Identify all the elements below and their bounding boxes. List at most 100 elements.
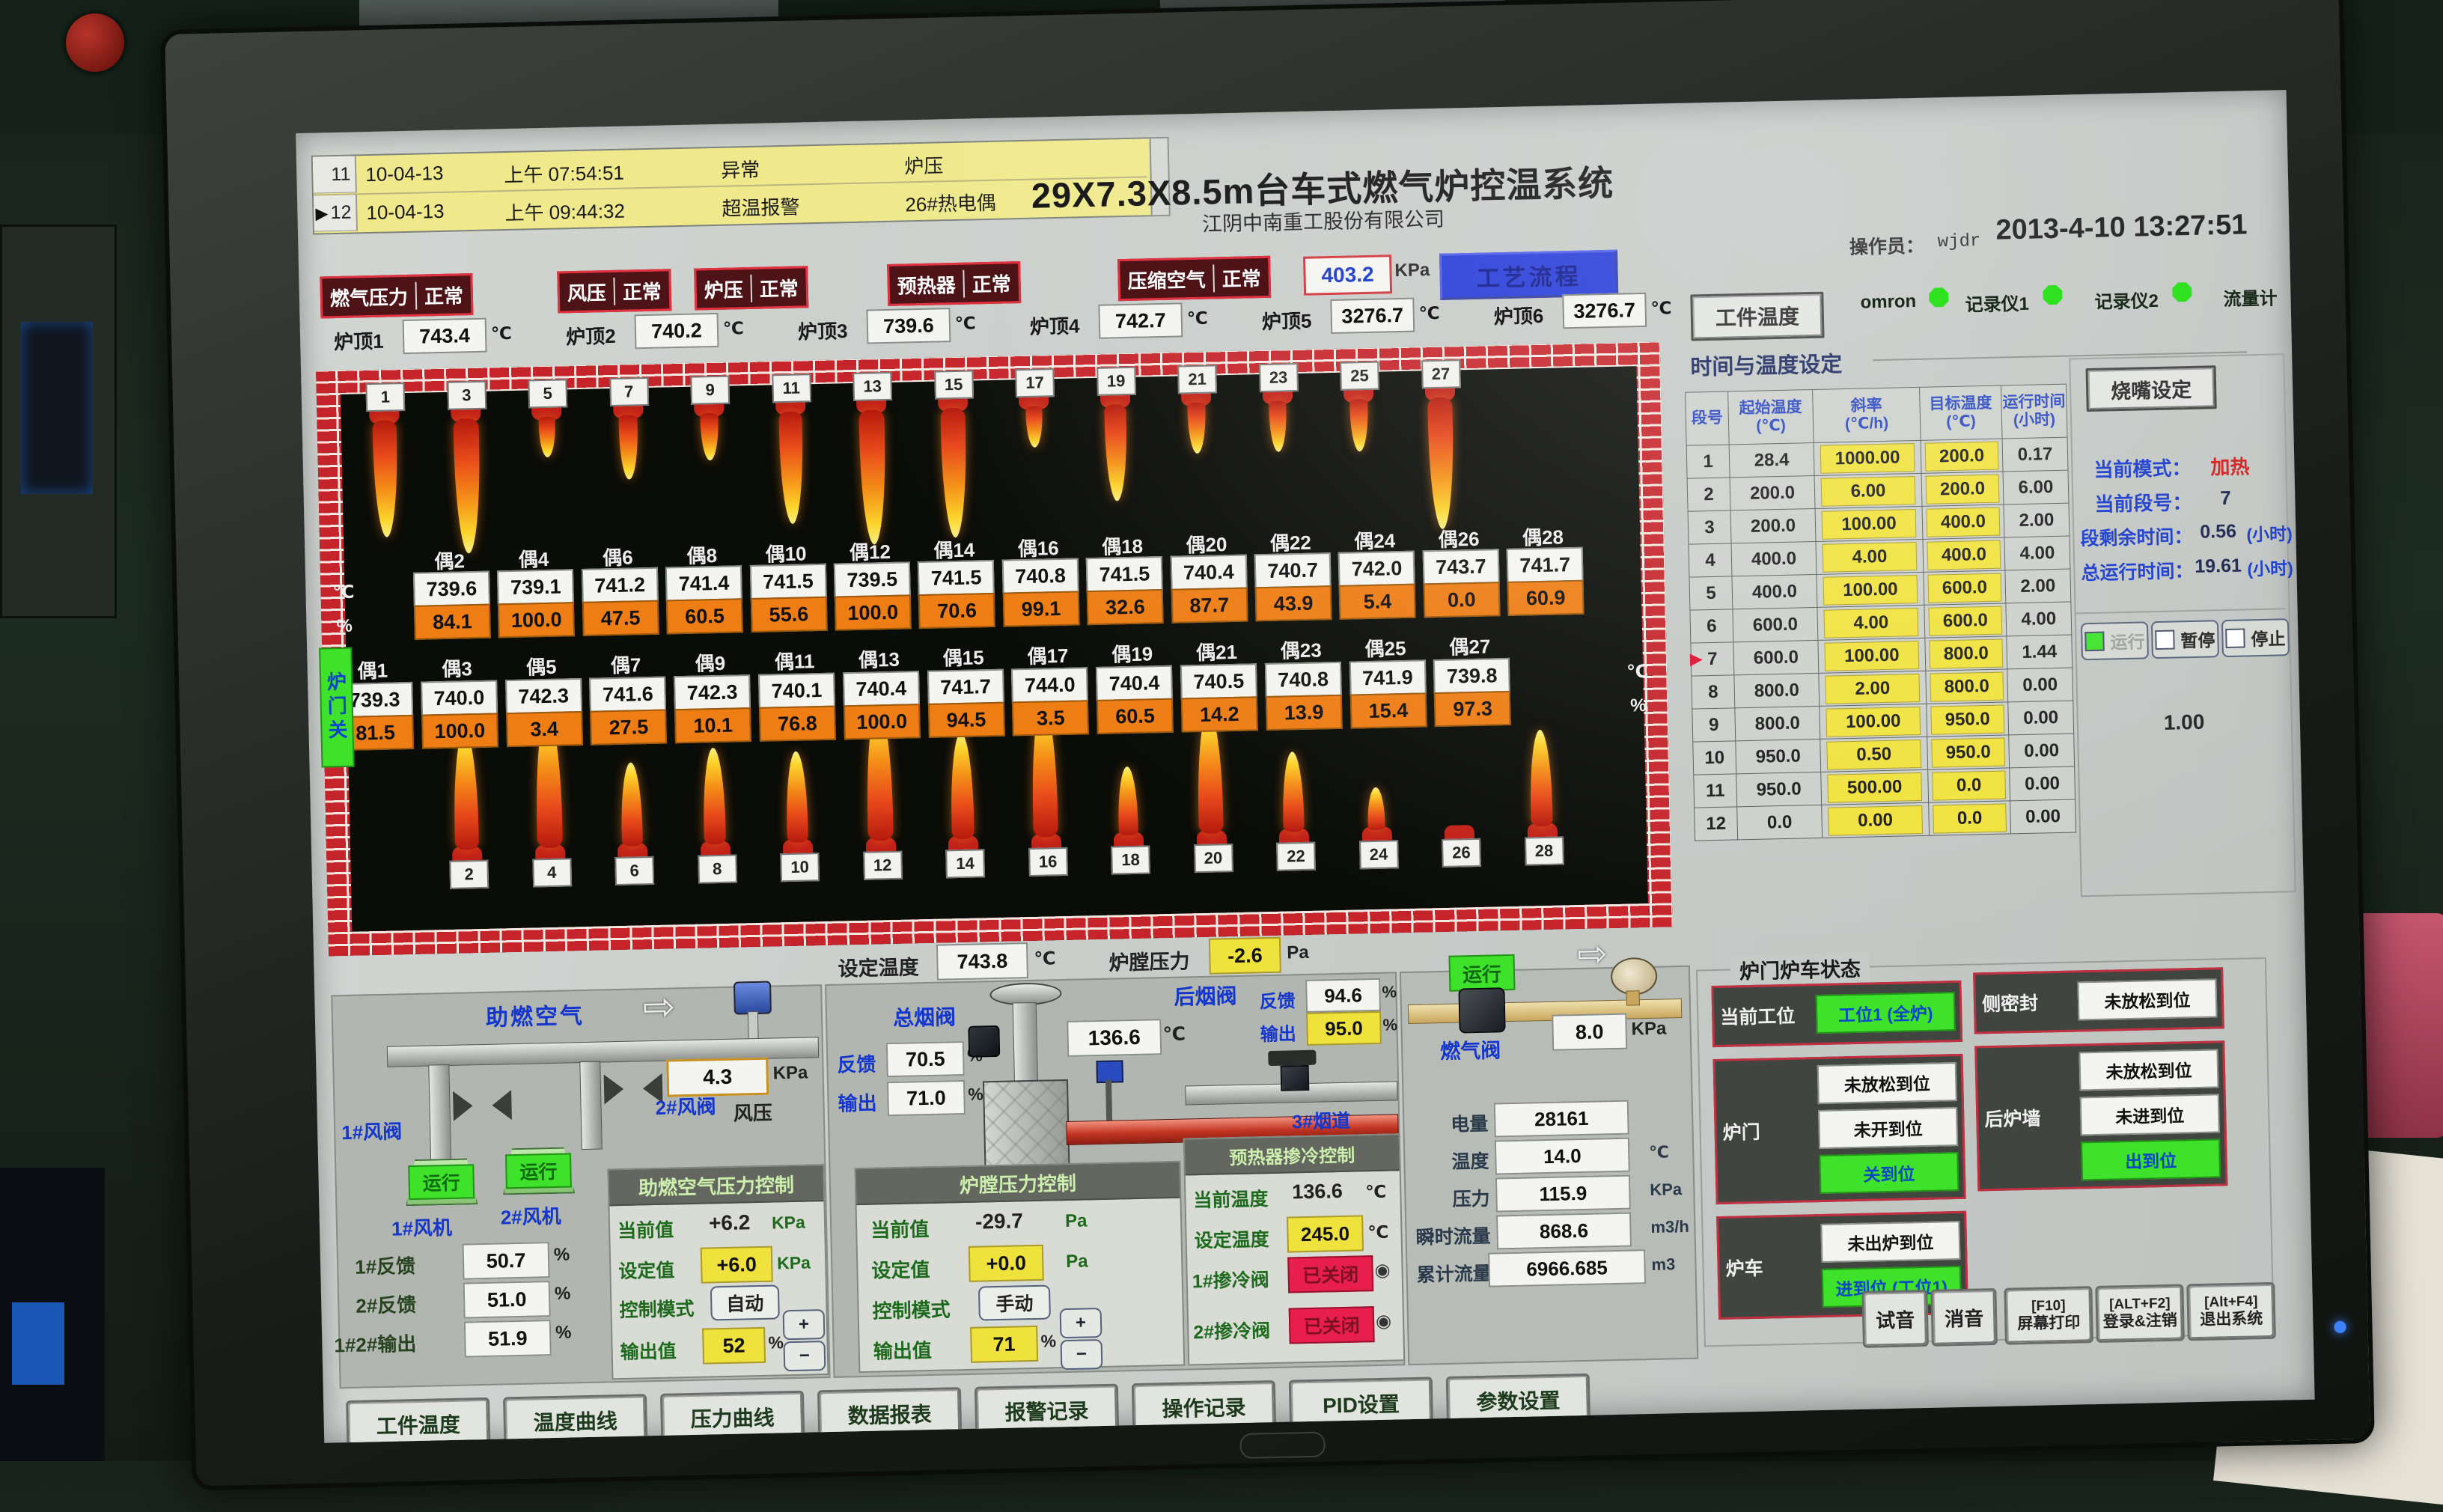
settings-cell[interactable]: 0.00	[2010, 799, 2076, 834]
alarm-row-source[interactable]: 炉压	[904, 150, 944, 179]
settings-cell[interactable]: 400.0	[1923, 537, 2005, 572]
settings-cell[interactable]: 200.0	[1730, 508, 1816, 543]
settings-cell[interactable]: 500.00	[1821, 769, 1929, 805]
alarm-row-date[interactable]: 10-04-13	[366, 200, 445, 225]
settings-editable-value[interactable]: 100.00	[1821, 509, 1917, 540]
settings-editable-value[interactable]: 500.00	[1827, 772, 1923, 802]
fn-button-退出系统[interactable]: [Alt+F4]退出系统	[2186, 1282, 2276, 1341]
alarm-row-time[interactable]: 上午 07:54:51	[504, 158, 624, 188]
settings-cell[interactable]: 400.0	[1732, 574, 1817, 609]
settings-editable-value[interactable]: 800.0	[1930, 638, 2003, 668]
workpiece-temp-button[interactable]: 工件温度	[1690, 292, 1824, 341]
settings-editable-value[interactable]: 0.0	[1933, 770, 2006, 800]
settings-editable-value[interactable]: 0.00	[1828, 805, 1924, 835]
settings-cell[interactable]: 28.4	[1729, 442, 1814, 477]
alarm-row-date[interactable]: 10-04-13	[365, 162, 444, 186]
toolbar-数据报表-button[interactable]: 数据报表	[817, 1387, 962, 1441]
settings-cell[interactable]: 4.00	[1816, 539, 1924, 574]
toolbar-PID设置-button[interactable]: PID设置	[1289, 1377, 1433, 1430]
toolbar-压力曲线-button[interactable]: 压力曲线	[660, 1391, 805, 1443]
settings-editable-value[interactable]: 4.00	[1822, 542, 1918, 573]
settings-editable-value[interactable]: 2.00	[1825, 673, 1921, 704]
settings-cell[interactable]: 100.00	[1817, 572, 1924, 607]
cooling-valve2-eye-icon[interactable]: ◉	[1376, 1311, 1392, 1332]
settings-cell[interactable]: 0.50	[1820, 737, 1928, 772]
settings-cell[interactable]: 950.0	[1927, 702, 2009, 737]
settings-cell[interactable]: 2.00	[2004, 503, 2070, 537]
stop-state-button[interactable]: 停止	[2221, 618, 2290, 657]
settings-cell[interactable]: 6.00	[1814, 473, 1922, 508]
settings-cell[interactable]: 600.0	[1733, 607, 1818, 641]
settings-cell[interactable]: 6.00	[2003, 470, 2069, 504]
phc-set-value[interactable]: 245.0	[1287, 1215, 1364, 1252]
fn-button-登录&注销[interactable]: [ALT+F2]登录&注销	[2095, 1284, 2185, 1343]
settings-cell[interactable]: 950.0	[1736, 772, 1822, 806]
pause-checkbox[interactable]	[2155, 630, 2175, 650]
settings-cell[interactable]: 0.00	[2008, 701, 2074, 735]
settings-cell[interactable]: 800.0	[1926, 669, 2008, 704]
process-flow-button[interactable]: 工艺流程	[1439, 250, 1618, 300]
settings-cell[interactable]: 950.0	[1736, 739, 1821, 773]
alarm-row-type[interactable]: 超温报警	[722, 192, 800, 221]
toolbar-工件温度-button[interactable]: 工件温度	[346, 1397, 490, 1443]
settings-cell[interactable]: 1.44	[2007, 635, 2073, 669]
settings-editable-value[interactable]: 400.0	[1927, 540, 2001, 570]
settings-editable-value[interactable]: 400.0	[1927, 507, 2000, 537]
settings-cell[interactable]: 0.00	[1822, 802, 1930, 838]
cpc-mode-button[interactable]: 手动	[978, 1285, 1051, 1321]
settings-cell[interactable]: 4.00	[1817, 605, 1925, 640]
settings-editable-value[interactable]: 6.00	[1820, 476, 1916, 507]
settings-cell[interactable]: 0.17	[2002, 437, 2068, 472]
试音-button[interactable]: 试音	[1861, 1290, 1929, 1348]
apc-minus-button[interactable]: −	[783, 1341, 826, 1371]
settings-editable-value[interactable]: 200.0	[1925, 441, 1998, 471]
cpc-plus-button[interactable]: +	[1060, 1308, 1102, 1338]
toolbar-操作记录-button[interactable]: 操作记录	[1132, 1380, 1276, 1434]
toolbar-温度曲线-button[interactable]: 温度曲线	[503, 1394, 647, 1442]
cpc-minus-button[interactable]: −	[1061, 1339, 1103, 1370]
settings-cell[interactable]: 0.0	[1737, 805, 1823, 839]
settings-editable-value[interactable]: 1000.00	[1820, 443, 1915, 474]
settings-editable-value[interactable]: 950.0	[1931, 704, 2004, 734]
settings-cell[interactable]: 800.0	[1925, 636, 2007, 671]
settings-editable-value[interactable]: 100.00	[1823, 575, 1918, 606]
settings-cell[interactable]: 4.00	[2004, 536, 2070, 570]
settings-cell[interactable]: 200.0	[1730, 475, 1815, 510]
settings-table[interactable]: 段号起始温度(℃)斜率(℃/h)目标温度(℃)运行时间(小时)128.41000…	[1685, 384, 2076, 841]
settings-cell[interactable]: 950.0	[1927, 735, 2010, 769]
apc-output-value[interactable]: 52	[702, 1327, 766, 1365]
settings-editable-value[interactable]: 800.0	[1930, 671, 2004, 701]
run-state-button[interactable]: 运行	[2081, 621, 2149, 660]
settings-cell[interactable]: 0.0	[1928, 768, 2010, 802]
fn-button-屏幕打印[interactable]: [F10]屏幕打印	[2004, 1286, 2093, 1345]
settings-cell[interactable]: 2.00	[2005, 569, 2071, 603]
settings-cell[interactable]: 1000.00	[1814, 440, 1921, 475]
cooling-valve1-eye-icon[interactable]: ◉	[1374, 1260, 1391, 1281]
alarm-row-time[interactable]: 上午 09:44:32	[504, 196, 625, 226]
settings-cell[interactable]: 800.0	[1735, 706, 1820, 740]
apc-set-value[interactable]: +6.0	[701, 1246, 773, 1284]
settings-cell[interactable]: 0.00	[2009, 734, 2075, 768]
settings-editable-value[interactable]: 200.0	[1926, 474, 1999, 504]
alarm-row-number[interactable]: 11	[313, 156, 357, 193]
run-checkbox[interactable]	[2084, 632, 2105, 652]
settings-cell[interactable]: 4.00	[2006, 602, 2072, 636]
settings-cell[interactable]: 200.0	[1921, 472, 2004, 506]
settings-editable-value[interactable]: 600.0	[1929, 606, 2002, 635]
settings-cell[interactable]: 100.00	[1818, 638, 1926, 673]
burner-setting-button[interactable]: 烧嘴设定	[2086, 365, 2217, 412]
toolbar-参数设置-button[interactable]: 参数设置	[1446, 1374, 1590, 1427]
cpc-output-value[interactable]: 71	[970, 1326, 1038, 1363]
settings-cell[interactable]: 100.00	[1815, 506, 1923, 541]
settings-cell[interactable]: 2.00	[1819, 671, 1927, 706]
settings-cell[interactable]: 600.0	[1924, 603, 2007, 638]
settings-cell[interactable]: 0.00	[2010, 766, 2076, 801]
settings-editable-value[interactable]: 950.0	[1932, 737, 2005, 767]
apc-plus-button[interactable]: +	[783, 1309, 826, 1340]
settings-cell[interactable]: 400.0	[1731, 541, 1817, 576]
消音-button[interactable]: 消音	[1930, 1288, 1998, 1347]
settings-cell[interactable]: 200.0	[1921, 439, 2003, 473]
settings-cell[interactable]: 400.0	[1922, 504, 2004, 539]
settings-editable-value[interactable]: 100.00	[1824, 640, 1920, 671]
settings-cell[interactable]: 0.00	[2007, 668, 2073, 702]
